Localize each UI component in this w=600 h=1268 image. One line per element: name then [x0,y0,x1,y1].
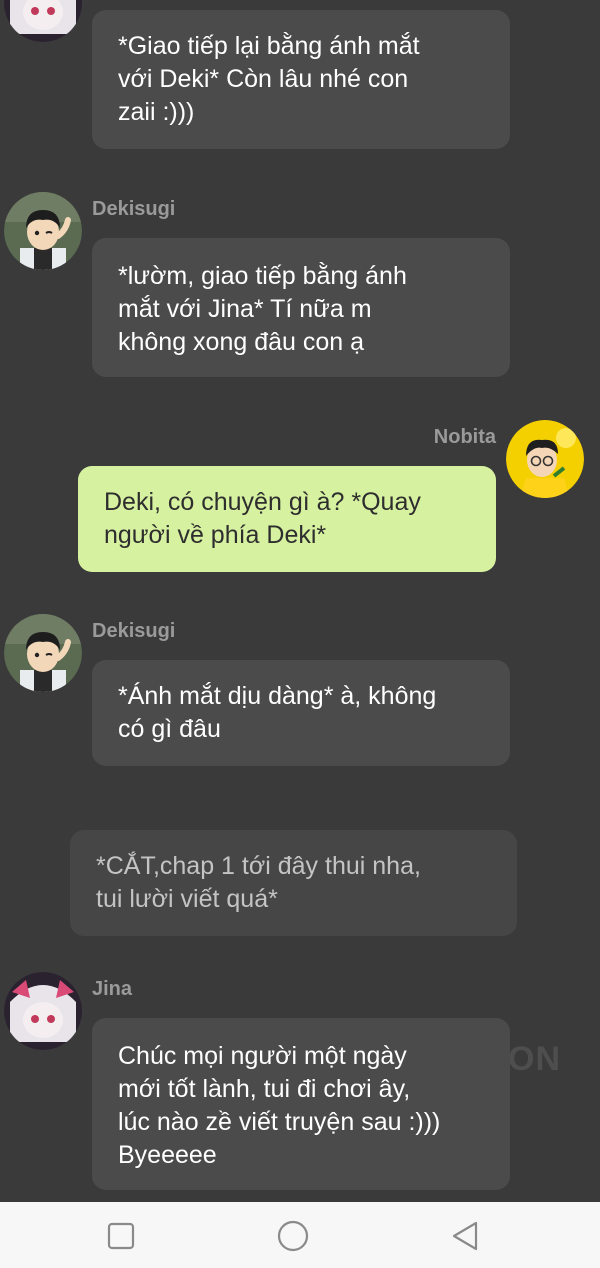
message-line: có gì đâu [118,715,221,743]
sender-name: Nobita [433,426,496,448]
watermark-logo: ON [508,1040,561,1078]
navigation-bar [0,1202,600,1268]
sender-name: Dekisugi [92,198,176,220]
message-line: mới tốt lành, tui đi chơi ây, [118,1075,411,1103]
narration-line: *CẮT,chap 1 tới đây thui nha, [96,852,421,880]
sender-name: Jina [92,978,133,1000]
narration-line: tui lười viết quá* [96,885,278,913]
avatar-nobita[interactable] [506,420,584,498]
message-line: *Giao tiếp lại bằng ánh mắt [118,32,420,60]
square-icon [107,1222,135,1250]
chat-area[interactable]: *Giao tiếp lại bằng ánh mắt với Deki* Cò… [0,0,600,1202]
triangle-back-icon [452,1221,478,1251]
avatar-jina-top[interactable] [4,0,82,42]
message-line: không xong đâu con ạ [118,328,365,356]
message-line: Chúc mọi người một ngày [118,1042,407,1070]
avatar-jina[interactable] [4,972,82,1050]
message-line: với Deki* Còn lâu nhé con [118,65,409,93]
avatar-dekisugi[interactable] [4,614,82,692]
message-line: Deki, có chuyện gì à? *Quay [104,488,421,516]
avatar-dekisugi[interactable] [4,192,82,270]
message-line: mắt với Jina* Tí nữa m [118,295,372,323]
message-line: người về phía Deki* [104,521,327,549]
message-line: *lườm, giao tiếp bằng ánh [118,262,407,290]
dekisugi-avatar-icon [4,614,82,692]
narration-bubble[interactable]: *CẮT,chap 1 tới đây thui nha, tui lười v… [70,830,517,936]
back-button[interactable] [448,1219,482,1253]
message-bubble[interactable]: Chúc mọi người một ngày mới tốt lành, tu… [92,1018,510,1190]
message-bubble[interactable]: *lườm, giao tiếp bằng ánh mắt với Jina* … [92,238,510,377]
circle-icon [277,1220,309,1252]
dekisugi-avatar-icon [4,192,82,270]
message-line: Byeeeee [118,1141,217,1169]
message-bubble-own[interactable]: Deki, có chuyện gì à? *Quay người về phí… [78,466,496,572]
nobita-avatar-icon [506,420,584,498]
jina-avatar-icon [4,0,82,42]
recents-button[interactable] [104,1219,138,1253]
message-line: zaii :))) [118,98,195,126]
home-button[interactable] [276,1219,310,1253]
message-bubble[interactable]: *Ánh mắt dịu dàng* à, không có gì đâu [92,660,510,766]
sender-name: Dekisugi [92,620,176,642]
jina-avatar-icon [4,972,82,1050]
message-line: lúc nào zề viết truyện sau :))) [118,1108,441,1136]
message-line: *Ánh mắt dịu dàng* à, không [118,682,437,710]
message-bubble[interactable]: *Giao tiếp lại bằng ánh mắt với Deki* Cò… [92,10,510,149]
